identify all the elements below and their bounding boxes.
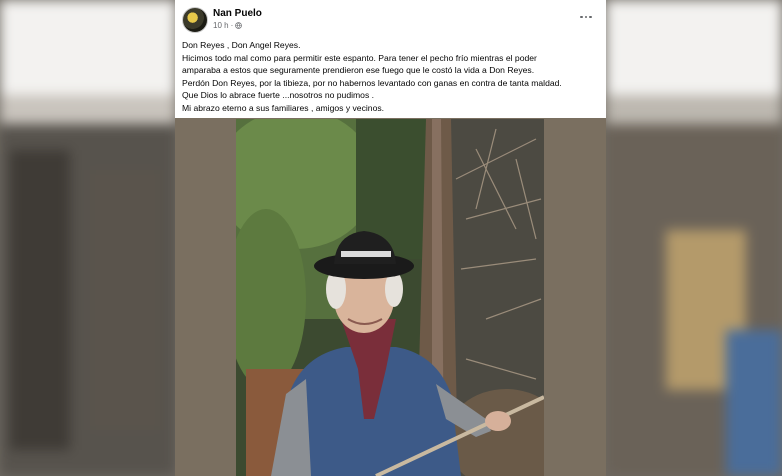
post-text-line: Que Dios lo abrace fuerte ...nosotros no… [182,90,375,101]
post-text-line: Don Reyes , Don Angel Reyes. [182,40,301,50]
post-time[interactable]: 10 h [213,21,229,30]
blurred-background-right [606,0,782,476]
photo-illustration [236,119,544,476]
post-media[interactable] [175,118,606,476]
post-header: Nan Puelo 10 h · [175,0,606,40]
post-text-line: Perdón Don Reyes, por la tibieza, por no… [182,77,562,88]
facebook-post-card: Nan Puelo 10 h · Don Reyes , Don Angel R… [175,0,606,476]
post-photo[interactable] [236,119,544,476]
post-meta: 10 h · [213,21,243,30]
post-text-line: Hicimos todo mal como para permitir este… [182,52,537,63]
post-text-line: amparaba a estos que seguramente prendie… [182,65,535,76]
blurred-background-left [0,0,176,476]
more-options-icon[interactable] [578,11,594,23]
author-name[interactable]: Nan Puelo [213,8,262,19]
post-text: Don Reyes , Don Angel Reyes. Hicimos tod… [182,39,602,115]
globe-icon [235,22,243,29]
author-avatar[interactable] [182,7,208,33]
post-text-line: Mi abrazo eterno a sus familiares , amig… [182,102,385,113]
